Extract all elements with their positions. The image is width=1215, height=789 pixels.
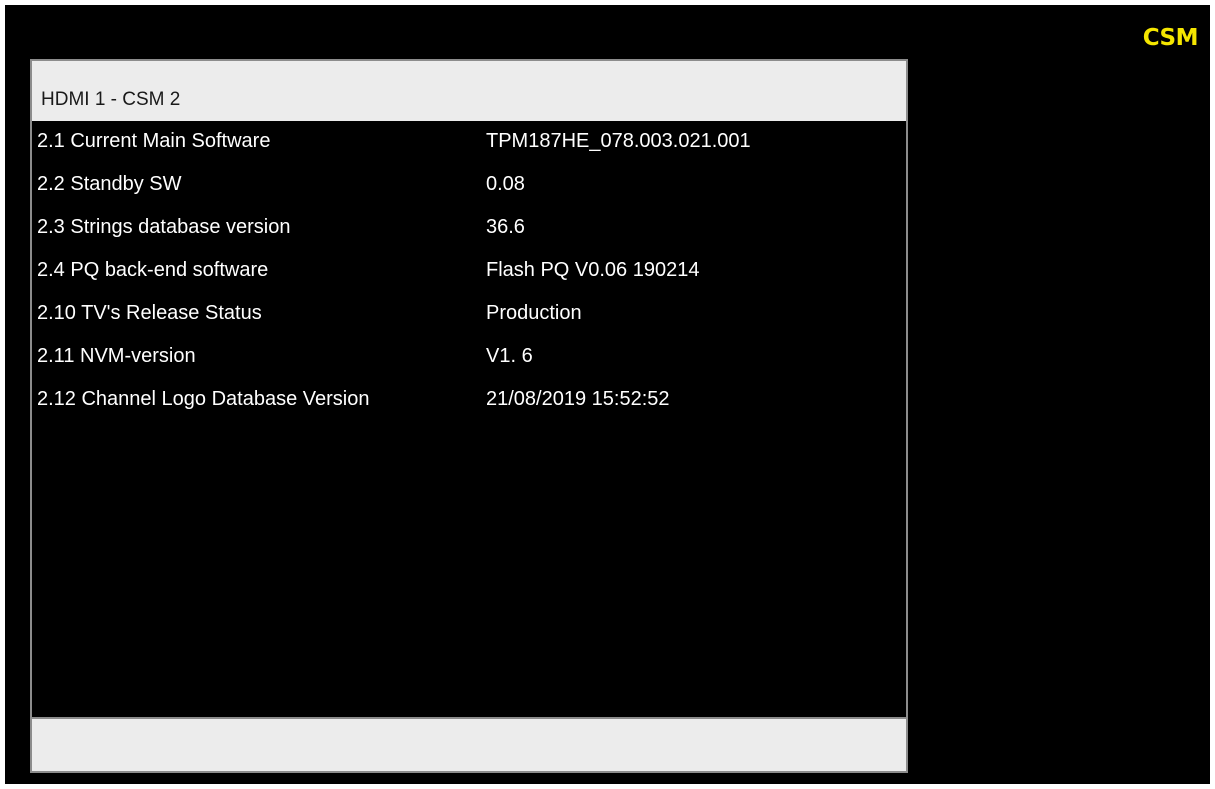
panel-header: HDMI 1 - CSM 2	[32, 61, 906, 121]
info-value: TPM187HE_078.003.021.001	[486, 130, 751, 152]
info-label: 2.12 Channel Logo Database Version	[37, 388, 370, 410]
info-row-2-4: 2.4 PQ back-end software Flash PQ V0.06 …	[32, 250, 906, 293]
info-list: 2.1 Current Main Software TPM187HE_078.0…	[32, 121, 906, 422]
info-value: Flash PQ V0.06 190214	[486, 259, 700, 281]
info-row-2-11: 2.11 NVM-version V1. 6	[32, 336, 906, 379]
csm-badge: CSM	[1142, 25, 1199, 51]
info-label: 2.2 Standby SW	[37, 173, 182, 195]
panel-footer	[32, 717, 906, 771]
info-value: 0.08	[486, 173, 525, 195]
panel-title: HDMI 1 - CSM 2	[41, 89, 181, 110]
csm-info-panel: HDMI 1 - CSM 2 2.1 Current Main Software…	[30, 59, 908, 773]
info-value: Production	[486, 302, 582, 324]
info-label: 2.11 NVM-version	[37, 345, 196, 367]
info-label: 2.1 Current Main Software	[37, 130, 271, 152]
info-row-2-12: 2.12 Channel Logo Database Version 21/08…	[32, 379, 906, 422]
info-value: V1. 6	[486, 345, 533, 367]
info-label: 2.10 TV's Release Status	[37, 302, 262, 324]
info-row-2-1: 2.1 Current Main Software TPM187HE_078.0…	[32, 121, 906, 164]
info-value: 36.6	[486, 216, 525, 238]
info-label: 2.4 PQ back-end software	[37, 259, 269, 281]
info-value: 21/08/2019 15:52:52	[486, 388, 670, 410]
info-label: 2.3 Strings database version	[37, 216, 291, 238]
info-row-2-10: 2.10 TV's Release Status Production	[32, 293, 906, 336]
info-row-2-3: 2.3 Strings database version 36.6	[32, 207, 906, 250]
tv-screen: CSM HDMI 1 - CSM 2 2.1 Current Main Soft…	[5, 5, 1210, 784]
info-row-2-2: 2.2 Standby SW 0.08	[32, 164, 906, 207]
